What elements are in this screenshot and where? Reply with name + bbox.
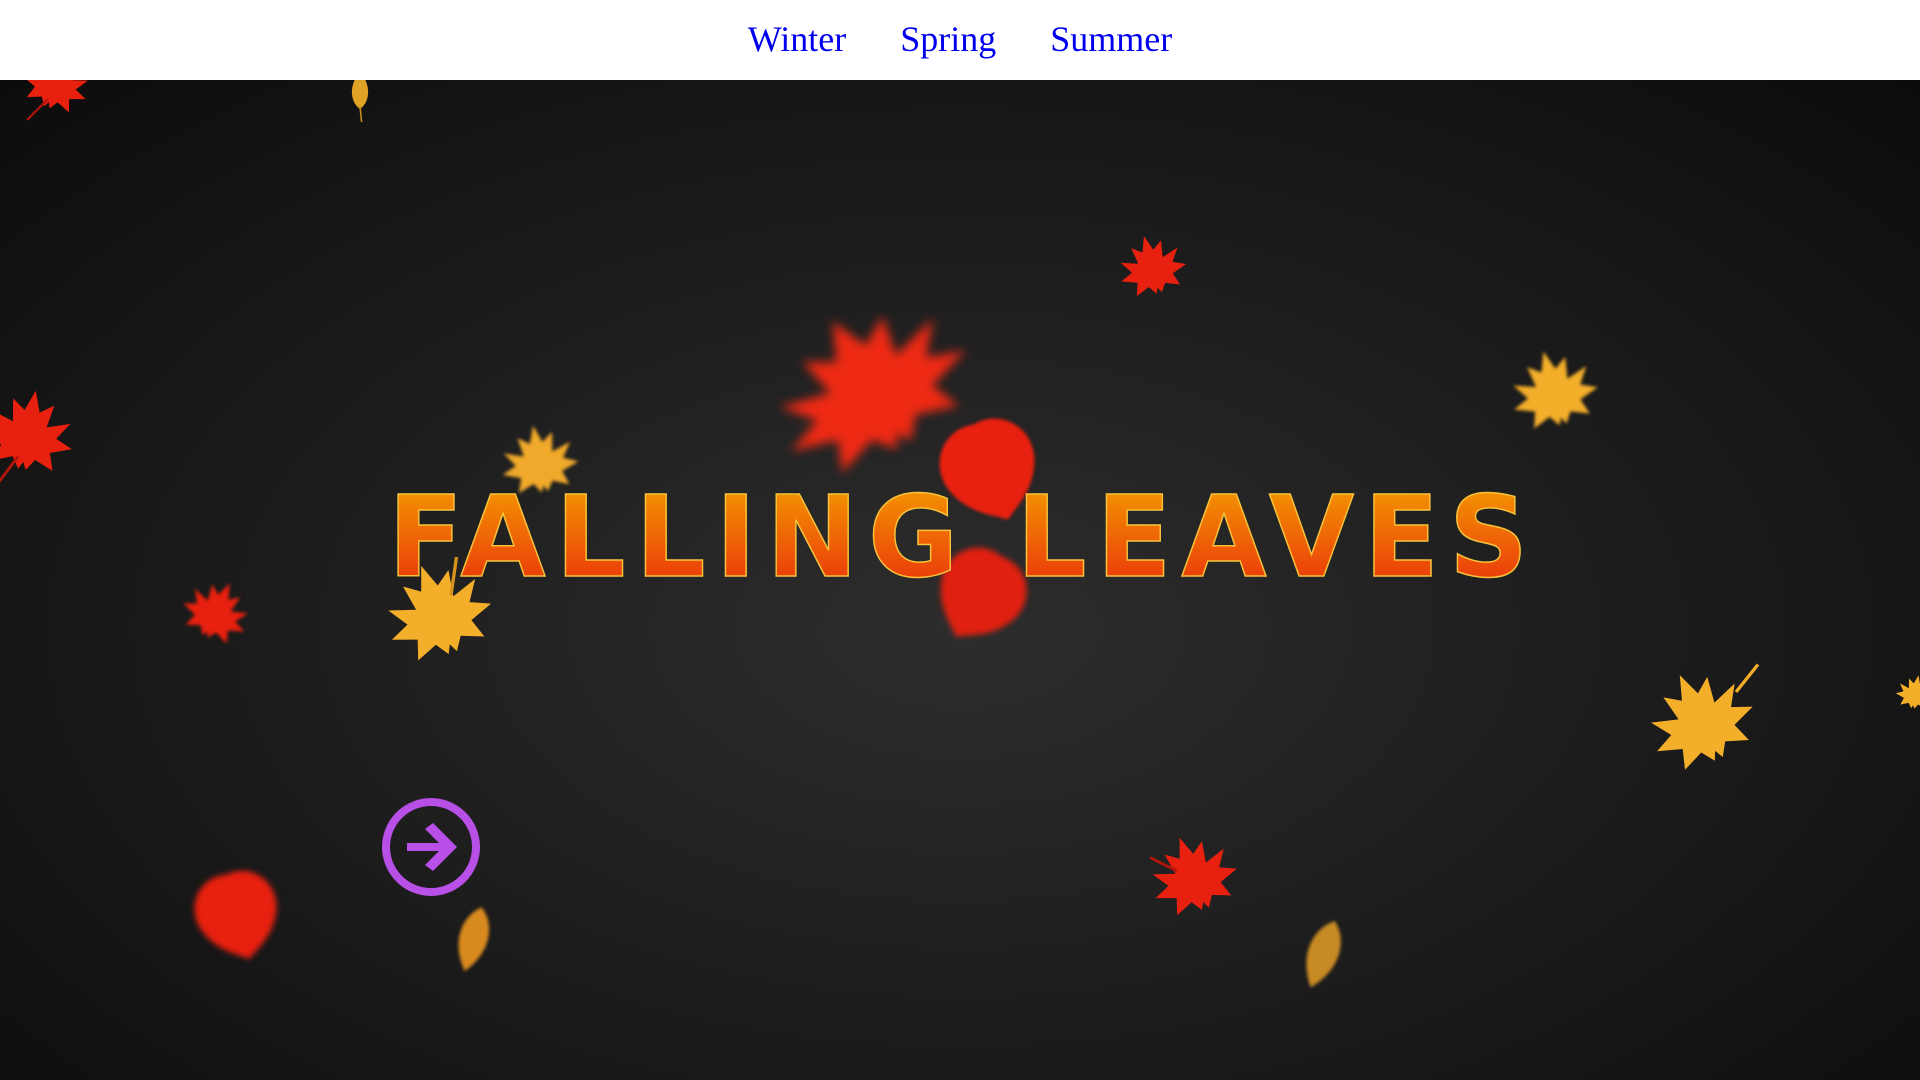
broad-leaf-icon [186, 863, 290, 970]
hero-title-text: FALLING LEAVES [388, 478, 1538, 598]
yellow-leaf-icon [1501, 340, 1605, 440]
nav-link-winter[interactable]: Winter [748, 18, 847, 60]
oak-leaf-icon [438, 885, 508, 995]
hero-stage: FALLING LEAVES [0, 80, 1920, 1080]
oak-leaf-icon [1285, 900, 1360, 1010]
yellow-leaf-icon [1631, 652, 1767, 782]
maple-leaf-icon [1139, 822, 1247, 925]
maple-leaf-icon [174, 569, 261, 651]
nav-link-spring[interactable]: Spring [900, 18, 996, 60]
yellow-leaf-icon [340, 80, 380, 123]
hero-title: FALLING LEAVES [387, 478, 1538, 598]
yellow-leaf-icon [1893, 665, 1920, 725]
arrow-right-circle-icon [382, 798, 480, 896]
maple-leaf-icon [0, 382, 81, 485]
stem-leaf-icon [1420, 80, 1440, 90]
nav-link-summer[interactable]: Summer [1050, 18, 1172, 60]
maple-leaf-icon [10, 80, 100, 121]
top-navigation: Winter Spring Summer [0, 0, 1920, 80]
maple-leaf-icon [1111, 227, 1192, 305]
next-button[interactable] [381, 797, 481, 897]
